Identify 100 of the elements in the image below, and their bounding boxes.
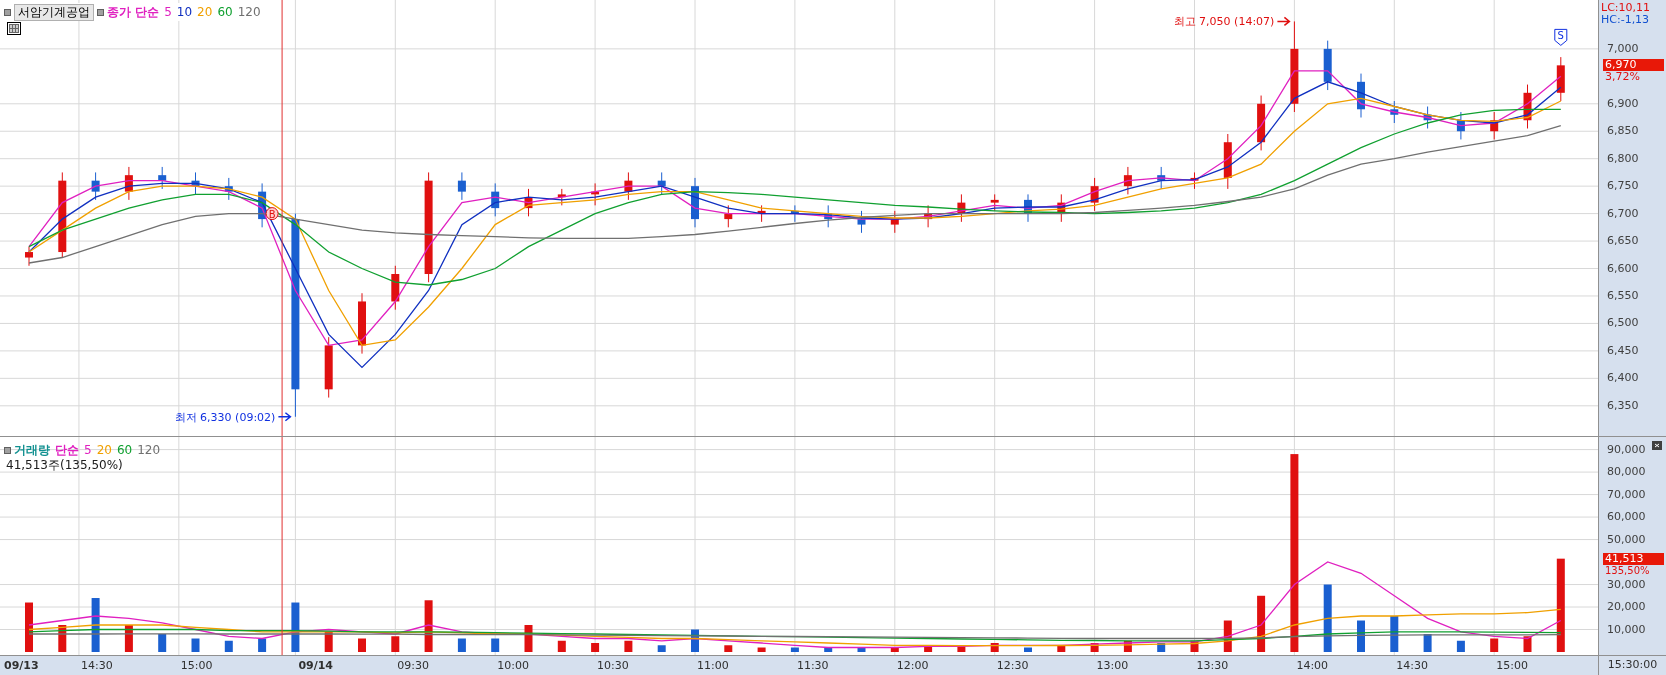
legend-period: 5: [164, 4, 172, 21]
candlestick: [757, 204, 766, 223]
volume-summary: 41,513주(135,50%): [6, 457, 123, 474]
candlestick: [557, 188, 566, 206]
volume-bar: [691, 629, 699, 652]
candlestick: [1223, 133, 1232, 190]
candlestick: [1490, 111, 1499, 140]
candlestick: [724, 204, 733, 228]
volume-bar: [1190, 640, 1199, 652]
candlestick: [957, 193, 966, 223]
volume-bar: [1456, 640, 1465, 652]
volume-bar: [1090, 643, 1099, 652]
time-label: 10:00: [497, 659, 529, 672]
price-annotation: 최저 6,330 (09:02): [174, 410, 292, 424]
volume-bar: [524, 625, 533, 652]
legend-period: 10: [176, 4, 193, 21]
time-label: 15:00: [1496, 659, 1528, 672]
time-label: 09:30: [397, 659, 429, 672]
checkbox-icon[interactable]: [97, 8, 104, 16]
candlestick: [890, 210, 899, 234]
sell-marker: S: [1554, 28, 1568, 46]
candlestick: [91, 171, 100, 201]
volume-bar: [857, 647, 866, 652]
axis-label: 6,750: [1607, 180, 1639, 193]
volume-bar: [1057, 645, 1066, 652]
candlestick: [158, 166, 167, 190]
time-label: 14:00: [1296, 659, 1329, 672]
axis-label: 6,900: [1607, 97, 1639, 110]
end-time-label: 15:30:00: [1607, 657, 1658, 674]
axis-label: 90,000: [1607, 443, 1646, 456]
volume-bar: [657, 645, 666, 652]
candlestick: [624, 171, 633, 201]
volume-bar: [291, 602, 300, 652]
axis-label: 6,350: [1607, 399, 1639, 412]
candlestick: [990, 193, 999, 212]
volume-bar: [890, 647, 899, 652]
axis-label: 10,000: [1607, 623, 1646, 636]
candlestick: [1357, 73, 1365, 118]
axis-label: 20,000: [1607, 601, 1646, 613]
time-label: 12:30: [996, 659, 1029, 672]
axis-label: 6,800: [1607, 152, 1639, 165]
candlestick: [1024, 193, 1032, 223]
volume-bar: [790, 647, 799, 652]
volume-bar: [624, 640, 633, 652]
candlestick: [1057, 193, 1066, 223]
buy-marker: B: [265, 207, 279, 221]
axis-label: 6,850: [1607, 125, 1639, 138]
volume-bar: [957, 645, 966, 652]
volume-bar: [1490, 638, 1499, 652]
time-label: 12:00: [896, 659, 929, 672]
stock-name-button[interactable]: 서암기계공업: [14, 3, 94, 21]
hc-indicator: HC:-1,13: [1601, 14, 1650, 26]
time-label: 11:30: [796, 659, 829, 672]
volume-bar: [757, 647, 766, 652]
time-label: 15:00: [180, 659, 213, 672]
date-label: 09/14: [298, 659, 334, 672]
time-label: 14:30: [1396, 659, 1428, 672]
candlestick: [1323, 40, 1332, 91]
axis-label: 6,500: [1607, 317, 1639, 330]
checkbox-icon[interactable]: [4, 8, 11, 16]
time-label: 11:00: [697, 659, 729, 672]
change-percent: 3,72%: [1605, 71, 1640, 83]
candlestick: [1257, 95, 1266, 151]
table-icon[interactable]: [7, 22, 21, 35]
volume-bar: [1357, 620, 1365, 652]
time-label: 13:30: [1196, 659, 1229, 672]
legend-label: 종가 단순: [107, 4, 160, 21]
candlestick: [524, 188, 533, 217]
legend-period: 120: [137, 442, 161, 459]
volume-bar: [1257, 595, 1266, 652]
axis-label: 6,600: [1607, 262, 1639, 275]
collapse-icon[interactable]: [1652, 441, 1662, 450]
candlestick: [1123, 166, 1132, 195]
lc-indicator: LC:10,11: [1601, 2, 1650, 14]
candlestick: [1090, 177, 1099, 212]
volume-bar: [124, 625, 133, 652]
axis-label: 80,000: [1607, 466, 1646, 479]
price-badge: 6,970: [1603, 59, 1664, 71]
volume-bar: [1024, 647, 1032, 652]
checkbox-icon[interactable]: [4, 446, 11, 454]
legend-period: 20: [96, 442, 112, 459]
candlestick: [657, 171, 666, 195]
legend-period: 60: [217, 4, 233, 21]
candlestick: [691, 177, 699, 228]
volume-bar: [924, 645, 933, 652]
volume-bar: [1390, 616, 1399, 652]
candlestick: [1390, 100, 1399, 124]
candlestick: [591, 182, 600, 206]
volume-bar: [591, 643, 600, 652]
legend-period: 120: [237, 4, 261, 21]
volume-bar: [58, 625, 67, 652]
legend-period: 20: [197, 4, 213, 21]
legend-label: 거래량: [14, 442, 50, 459]
candlestick: [491, 182, 500, 217]
volume-bar: [191, 638, 200, 652]
candlestick: [1190, 171, 1199, 190]
time-label: 14:30: [80, 659, 113, 672]
axis-label: 50,000: [1607, 533, 1646, 546]
legend-period: 5: [84, 442, 92, 459]
candlestick: [124, 166, 133, 201]
